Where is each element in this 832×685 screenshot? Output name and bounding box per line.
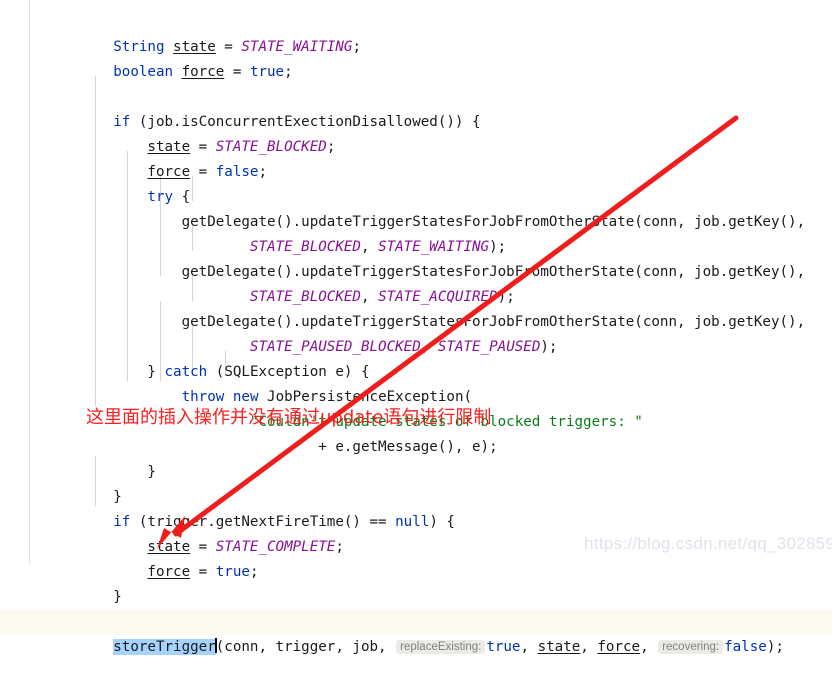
code-line-blank[interactable] — [0, 60, 832, 85]
code-line[interactable]: } catch (SQLException e) { — [0, 335, 832, 380]
code-line-blank[interactable] — [0, 585, 832, 610]
token-comma: , — [640, 639, 658, 655]
watermark-url: https://blog.csdn.net/qq_30285985 — [584, 534, 832, 553]
token-args: (conn, trigger, job, — [215, 639, 396, 655]
token-comma: , — [520, 639, 538, 655]
code-line[interactable]: throw new JobPersistenceException( — [0, 360, 832, 405]
token-tail: ); — [766, 639, 784, 655]
token-comma: , — [580, 639, 598, 655]
param-hint-replace-existing: replaceExisting: — [396, 640, 486, 654]
code-line[interactable]: boolean force = true; — [0, 35, 832, 80]
code-line[interactable]: } — [0, 435, 832, 480]
token-literal: true — [486, 639, 521, 655]
code-line[interactable]: getDelegate().updateTriggerStatesForJobF… — [0, 185, 832, 230]
token-variable: state — [537, 639, 581, 655]
code-line[interactable]: if (trigger.getNextFireTime() == null) { — [0, 485, 832, 530]
code-line[interactable]: STATE_PAUSED_BLOCKED, STATE_PAUSED); — [0, 310, 832, 355]
code-line[interactable]: String state = STATE_WAITING; — [0, 10, 832, 55]
code-line[interactable]: getDelegate().updateTriggerStatesForJobF… — [0, 285, 832, 330]
chinese-annotation-text: 这里面的插入操作并没有通过update语句进行限制 — [86, 407, 492, 428]
selected-text-store-trigger[interactable]: storeTrigger — [113, 639, 216, 655]
code-line[interactable]: STATE_BLOCKED, STATE_WAITING); — [0, 210, 832, 255]
code-line[interactable]: if (job.isConcurrentExectionDisallowed()… — [0, 85, 832, 130]
code-line[interactable]: STATE_BLOCKED, STATE_ACQUIRED); — [0, 260, 832, 305]
code-line-current[interactable]: storeTrigger(conn, trigger, job, replace… — [0, 610, 832, 655]
code-line[interactable]: force = false; — [0, 135, 832, 180]
code-line[interactable]: getDelegate().updateTriggerStatesForJobF… — [0, 235, 832, 280]
code-line[interactable]: } — [0, 460, 832, 505]
code-line[interactable]: try { — [0, 160, 832, 205]
code-line[interactable]: state = STATE_COMPLETE; — [0, 510, 832, 555]
token-variable: force — [597, 639, 641, 655]
param-hint-recovering: recovering: — [658, 640, 724, 654]
code-editor[interactable]: String state = STATE_WAITING; boolean fo… — [0, 0, 832, 655]
code-line[interactable]: state = STATE_BLOCKED; — [0, 110, 832, 155]
token-literal: false — [724, 639, 767, 655]
